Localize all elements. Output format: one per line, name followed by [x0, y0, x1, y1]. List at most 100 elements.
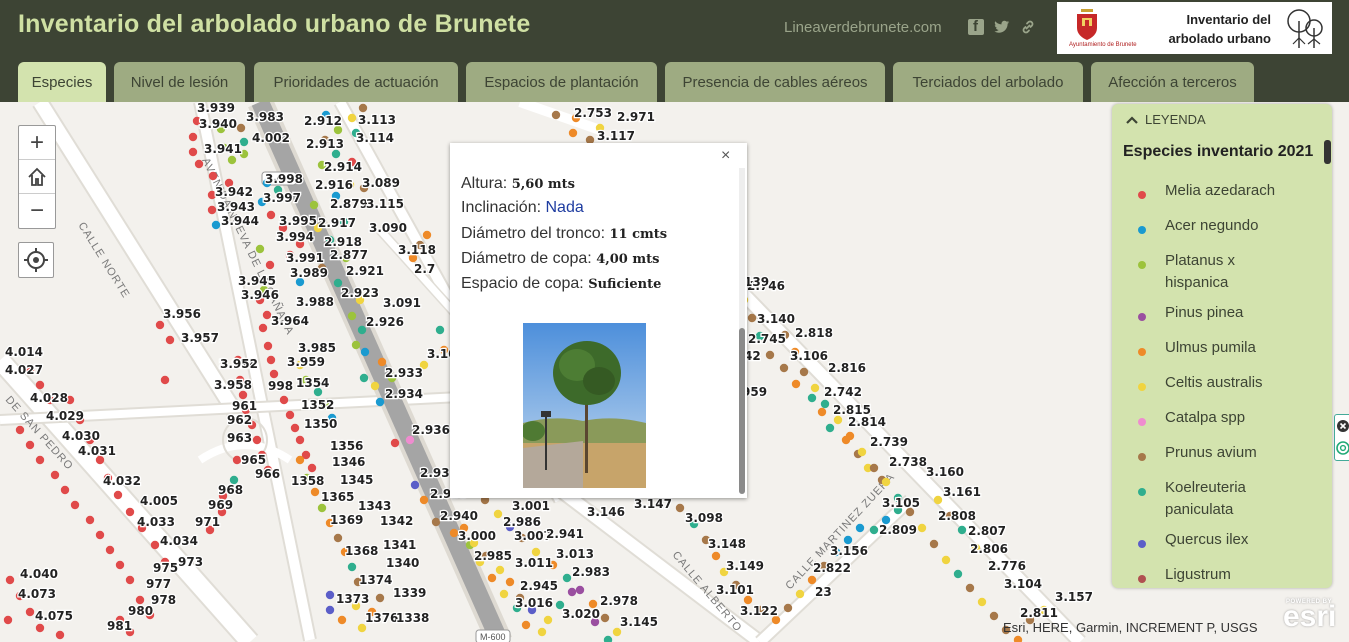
- link-icon[interactable]: [1020, 19, 1036, 35]
- tree-point[interactable]: [537, 627, 547, 637]
- tree-point[interactable]: [236, 123, 246, 133]
- zoom-in-button[interactable]: +: [19, 126, 55, 160]
- at-icon[interactable]: [1336, 441, 1349, 455]
- tree-point[interactable]: [357, 623, 367, 633]
- tree-point[interactable]: [347, 562, 357, 572]
- tree-point[interactable]: [15, 425, 25, 435]
- tab-especies[interactable]: Especies: [18, 62, 106, 102]
- tree-point[interactable]: [208, 171, 218, 181]
- tree-point[interactable]: [783, 603, 793, 613]
- tree-point[interactable]: [567, 587, 577, 597]
- popup-scroll-thumb[interactable]: [739, 328, 745, 494]
- legend-scroll-thumb[interactable]: [1324, 140, 1331, 164]
- tree-point[interactable]: [351, 340, 361, 350]
- tree-point[interactable]: [807, 575, 817, 585]
- tree-point[interactable]: [375, 397, 385, 407]
- tree-point[interactable]: [431, 517, 441, 527]
- close-icon[interactable]: [1336, 419, 1349, 433]
- facebook-icon[interactable]: f: [968, 18, 984, 35]
- tree-point[interactable]: [285, 410, 295, 420]
- tree-point[interactable]: [531, 547, 541, 557]
- tree-point[interactable]: [360, 347, 370, 357]
- tree-point[interactable]: [357, 325, 367, 335]
- tree-point[interactable]: [262, 310, 272, 320]
- tree-point[interactable]: [317, 503, 327, 513]
- side-toolbar[interactable]: [1334, 414, 1349, 461]
- tree-point[interactable]: [977, 597, 987, 607]
- tree-point[interactable]: [25, 607, 35, 617]
- tree-point[interactable]: [917, 523, 927, 533]
- tree-point[interactable]: [495, 565, 505, 575]
- tree-point[interactable]: [390, 438, 400, 448]
- tree-point[interactable]: [989, 611, 999, 621]
- tree-point[interactable]: [825, 423, 835, 433]
- tree-point[interactable]: [505, 577, 515, 587]
- tree-point[interactable]: [60, 485, 70, 495]
- tree-point[interactable]: [543, 615, 553, 625]
- tree-point[interactable]: [377, 357, 387, 367]
- tree-point[interactable]: [115, 560, 125, 570]
- tree-point[interactable]: [70, 500, 80, 510]
- tree-point[interactable]: [269, 369, 279, 379]
- tree-point[interactable]: [50, 470, 60, 480]
- tree-point[interactable]: [765, 350, 775, 360]
- tree-point[interactable]: [957, 525, 967, 535]
- locate-button[interactable]: [18, 242, 54, 278]
- tree-point[interactable]: [521, 620, 531, 630]
- site-link[interactable]: Lineaverdebrunete.com: [784, 19, 942, 36]
- close-icon[interactable]: ×: [721, 147, 730, 165]
- tree-point[interactable]: [612, 627, 622, 637]
- tree-point[interactable]: [35, 455, 45, 465]
- tree-point[interactable]: [817, 407, 827, 417]
- tree-point[interactable]: [422, 230, 432, 240]
- tree-point[interactable]: [435, 325, 445, 335]
- tree-point[interactable]: [310, 487, 320, 497]
- tree-point[interactable]: [266, 355, 276, 365]
- tree-point[interactable]: [493, 509, 503, 519]
- tree-point[interactable]: [238, 390, 248, 400]
- twitter-icon[interactable]: [994, 19, 1010, 35]
- tree-point[interactable]: [265, 260, 275, 270]
- tree-point[interactable]: [252, 435, 262, 445]
- tree-point[interactable]: [279, 395, 289, 405]
- legend-header[interactable]: LEYENDA: [1125, 112, 1206, 127]
- tree-point[interactable]: [795, 589, 805, 599]
- tree-point[interactable]: [258, 323, 268, 333]
- tree-point[interactable]: [290, 423, 300, 433]
- tree-point[interactable]: [325, 605, 335, 615]
- tree-point[interactable]: [603, 635, 613, 642]
- tab-nivel-lesion[interactable]: Nivel de lesión: [114, 62, 245, 102]
- tree-point[interactable]: [359, 373, 369, 383]
- tree-point[interactable]: [331, 149, 341, 159]
- tree-point[interactable]: [410, 480, 420, 490]
- tree-point[interactable]: [843, 535, 853, 545]
- tab-prioridades[interactable]: Prioridades de actuación: [254, 62, 458, 102]
- tree-point[interactable]: [207, 205, 217, 215]
- tree-point[interactable]: [125, 575, 135, 585]
- tree-point[interactable]: [568, 128, 578, 138]
- tree-point[interactable]: [869, 463, 879, 473]
- home-button[interactable]: [19, 160, 55, 194]
- tree-point[interactable]: [232, 455, 242, 465]
- tree-point[interactable]: [25, 440, 35, 450]
- tree-point[interactable]: [551, 110, 561, 120]
- tree-point[interactable]: [263, 341, 273, 351]
- tree-point[interactable]: [857, 447, 867, 457]
- tree-point[interactable]: [747, 313, 757, 323]
- tree-point[interactable]: [869, 525, 879, 535]
- tree-point[interactable]: [370, 381, 380, 391]
- tree-point[interactable]: [449, 528, 459, 538]
- tab-afeccion[interactable]: Afección a terceros: [1091, 62, 1254, 102]
- tree-point[interactable]: [55, 630, 65, 640]
- tree-point[interactable]: [337, 615, 347, 625]
- tab-cables[interactable]: Presencia de cables aéreos: [665, 62, 885, 102]
- tree-point[interactable]: [929, 539, 939, 549]
- tree-point[interactable]: [113, 490, 123, 500]
- tree-point[interactable]: [347, 113, 357, 123]
- tree-point[interactable]: [307, 463, 317, 473]
- tree-point[interactable]: [211, 220, 221, 230]
- tree-point[interactable]: [95, 530, 105, 540]
- tree-point[interactable]: [575, 585, 585, 595]
- tree-point[interactable]: [3, 615, 13, 625]
- tree-point[interactable]: [347, 311, 357, 321]
